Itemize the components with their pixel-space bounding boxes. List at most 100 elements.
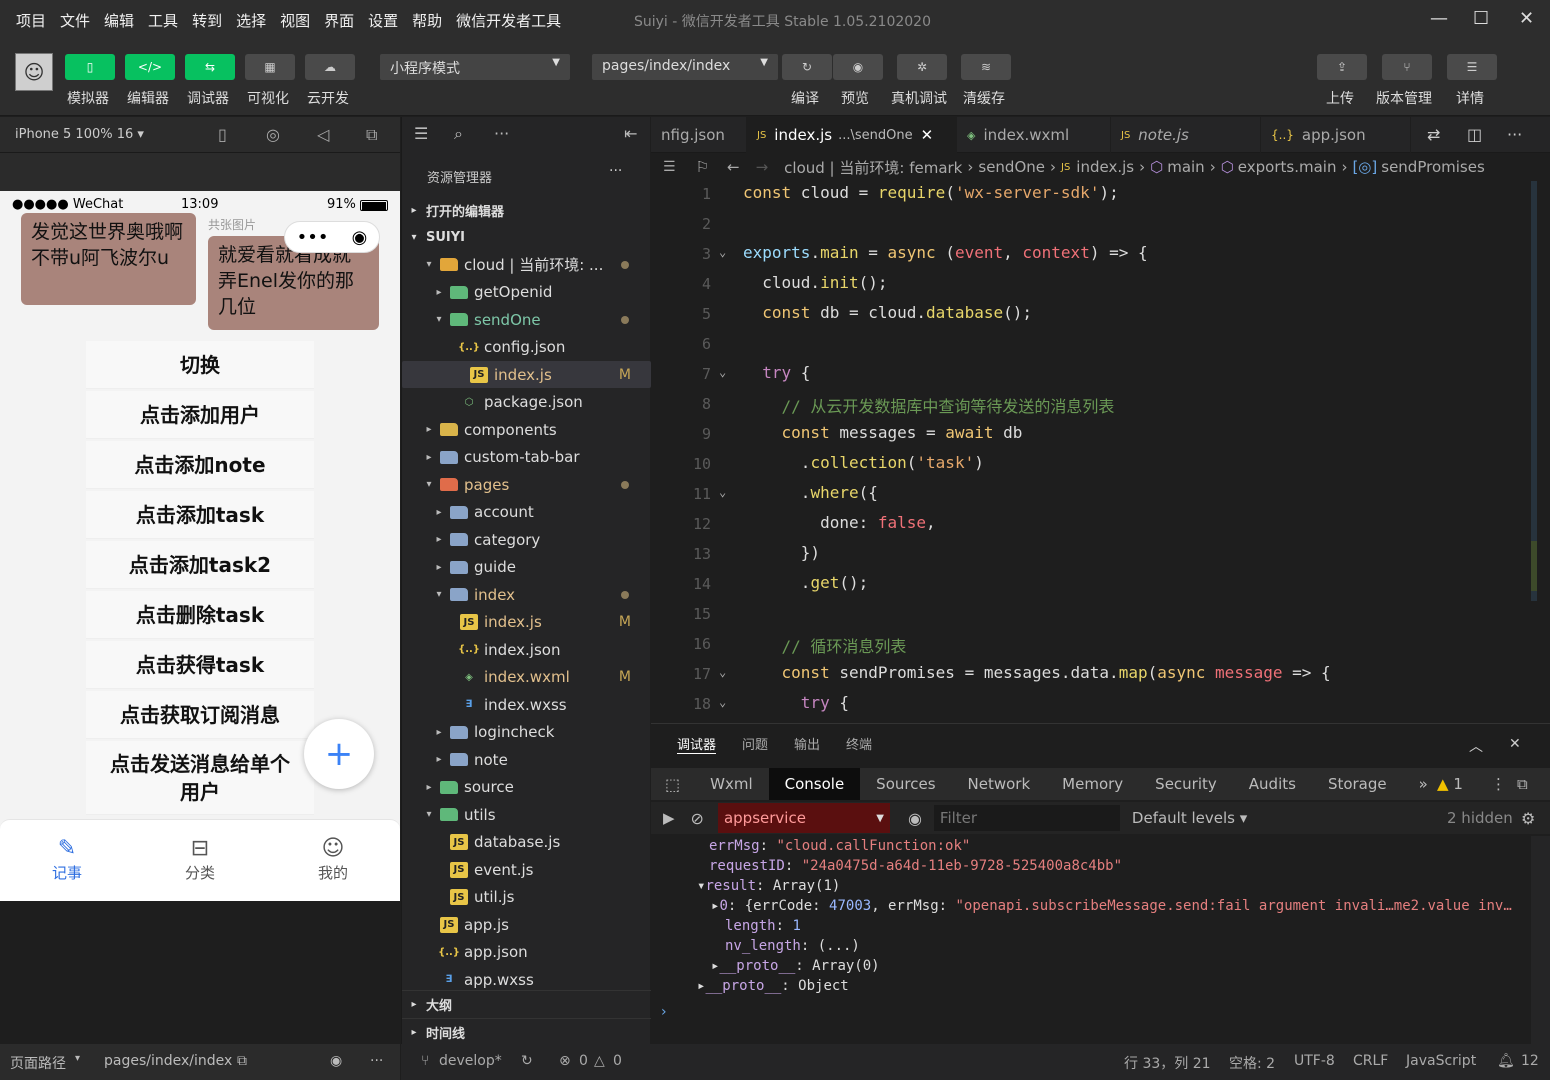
- tree-item[interactable]: ▸ guide: [402, 554, 651, 581]
- back-icon[interactable]: ←: [727, 158, 740, 176]
- mode-select[interactable]: 小程序模式 ▼: [380, 54, 570, 80]
- device-select[interactable]: iPhone 5 100% 16 ▾: [15, 127, 144, 142]
- tab-index-wxml[interactable]: ◈ index.wxml: [957, 117, 1111, 153]
- list-icon[interactable]: ☰: [663, 159, 676, 175]
- fold-icon[interactable]: ⌄: [719, 245, 726, 259]
- console-line[interactable]: errMsg: "cloud.callFunction:ok": [709, 838, 970, 854]
- crumb-item[interactable]: index.js: [1076, 158, 1134, 176]
- action-button[interactable]: 切换: [86, 341, 314, 389]
- tree-item[interactable]: ▸ logincheck: [402, 719, 651, 746]
- split-editor-icon[interactable]: ◫: [1467, 125, 1482, 144]
- panel-tab[interactable]: 输出: [794, 734, 820, 754]
- debugger-icon[interactable]: ⇆: [185, 54, 235, 80]
- cursor-position[interactable]: 行 33，列 21: [1124, 1053, 1211, 1073]
- fold-icon[interactable]: ⌄: [719, 695, 726, 709]
- fold-icon[interactable]: ⌄: [719, 365, 726, 379]
- console-line[interactable]: nv_length: (...): [725, 938, 860, 954]
- more-icon[interactable]: ···: [370, 1053, 383, 1069]
- clear-icon[interactable]: ⊘: [691, 809, 704, 828]
- eye-icon[interactable]: ◉: [330, 1053, 342, 1069]
- more-icon[interactable]: •••: [297, 227, 329, 248]
- console-line[interactable]: ▸__proto__: Array(0): [711, 958, 880, 974]
- exit-icon[interactable]: ◉: [352, 227, 368, 248]
- add-button[interactable]: +: [304, 719, 374, 789]
- devtools-tab[interactable]: Console: [768, 768, 861, 800]
- sync-icon[interactable]: ↻: [521, 1053, 533, 1069]
- tree-item[interactable]: ▸ getOpenid: [402, 279, 651, 306]
- fold-icon[interactable]: ⌄: [719, 665, 726, 679]
- menu-item[interactable]: 项目: [16, 10, 46, 31]
- action-button[interactable]: 点击添加task2: [86, 541, 314, 589]
- copy-icon[interactable]: ⧉: [237, 1053, 247, 1069]
- visual-icon[interactable]: ▦: [245, 54, 295, 80]
- undock-icon[interactable]: ⧉: [1517, 775, 1528, 793]
- encoding[interactable]: UTF-8: [1294, 1053, 1335, 1069]
- project-root-section[interactable]: ▾ SUIYI: [402, 224, 651, 251]
- bell-icon[interactable]: 🔔︎: [1497, 1053, 1515, 1069]
- editor-icon[interactable]: </>: [125, 54, 175, 80]
- warning-badge[interactable]: ▲ 1: [1437, 775, 1463, 793]
- record-icon[interactable]: ◎: [266, 125, 280, 144]
- fold-icon[interactable]: ⌄: [719, 485, 726, 499]
- version-icon[interactable]: ⑂: [1382, 54, 1432, 80]
- search-icon[interactable]: ⌕: [454, 124, 463, 144]
- close-icon[interactable]: ✕: [1519, 8, 1534, 29]
- more-icon[interactable]: ···: [1507, 125, 1522, 144]
- tree-item[interactable]: {..} index.json: [402, 636, 651, 663]
- tab-category[interactable]: ⊟ 分类: [160, 836, 240, 883]
- tree-item[interactable]: JS database.js: [402, 829, 651, 856]
- minimize-icon[interactable]: —: [1430, 8, 1448, 29]
- tree-item[interactable]: ▾ index: [402, 581, 651, 608]
- page-path-label[interactable]: 页面路径: [10, 1053, 66, 1073]
- page-select[interactable]: pages/index/index ▼: [592, 54, 778, 80]
- compare-icon[interactable]: ⇄: [1427, 125, 1440, 144]
- tab-notes[interactable]: ✎ 记事: [27, 836, 107, 883]
- maximize-icon[interactable]: ☐: [1473, 8, 1489, 29]
- tree-item[interactable]: ▸ custom-tab-bar: [402, 444, 651, 471]
- more-icon[interactable]: ···: [494, 124, 509, 143]
- console-line[interactable]: requestID: "24a0475d-a64d-11eb-9728-5254…: [709, 858, 1122, 874]
- minimap-scrollbar[interactable]: [1531, 181, 1537, 601]
- list-icon[interactable]: ☰: [414, 124, 428, 143]
- tree-item[interactable]: ⬡ package.json: [402, 389, 651, 416]
- menu-item[interactable]: 文件: [60, 10, 90, 31]
- timeline-section[interactable]: ▸ 时间线: [402, 1018, 651, 1045]
- menu-item[interactable]: 界面: [324, 10, 354, 31]
- menu-item[interactable]: 设置: [368, 10, 398, 31]
- phone-icon[interactable]: ▯: [218, 125, 227, 144]
- panel-tab[interactable]: 问题: [742, 734, 768, 754]
- code-editor[interactable]: 1 const cloud = require('wx-server-sdk');…: [651, 181, 1550, 723]
- note-bubble[interactable]: 发觉这世界奥哦啊不带u阿飞波尔u: [21, 213, 196, 305]
- forward-icon[interactable]: →: [756, 158, 769, 176]
- tree-item[interactable]: JS event.js: [402, 856, 651, 883]
- inspect-icon[interactable]: ⬚: [651, 775, 694, 794]
- menu-item[interactable]: 工具: [148, 10, 178, 31]
- prompt-icon[interactable]: ›: [661, 1004, 667, 1020]
- more-icon[interactable]: ⋮: [1491, 775, 1506, 793]
- action-button[interactable]: 点击添加note: [86, 441, 314, 489]
- tree-item[interactable]: ▾ utils: [402, 801, 651, 828]
- menu-item[interactable]: 视图: [280, 10, 310, 31]
- action-button[interactable]: 点击添加用户: [86, 391, 314, 439]
- menu-item[interactable]: 编辑: [104, 10, 134, 31]
- devtools-tab[interactable]: Network: [952, 768, 1047, 800]
- outline-section[interactable]: ▸ 大纲: [402, 990, 651, 1017]
- tree-item[interactable]: ▾ pages: [402, 471, 651, 498]
- details-icon[interactable]: ☰: [1447, 54, 1497, 80]
- devtools-tab[interactable]: Wxml: [694, 768, 769, 800]
- crumb-item[interactable]: sendPromises: [1381, 158, 1485, 176]
- volume-icon[interactable]: ◁: [317, 125, 329, 144]
- devtools-tab[interactable]: Memory: [1046, 768, 1139, 800]
- language-mode[interactable]: JavaScript: [1406, 1053, 1476, 1069]
- tree-item[interactable]: JS util.js: [402, 884, 651, 911]
- close-icon[interactable]: ✕: [921, 126, 934, 144]
- crumb-item[interactable]: main: [1167, 158, 1204, 176]
- devtools-tab[interactable]: Security: [1139, 768, 1233, 800]
- close-icon[interactable]: ✕: [1509, 736, 1521, 752]
- console-line[interactable]: ▸__proto__: Object: [697, 978, 849, 994]
- action-button[interactable]: 点击删除task: [86, 591, 314, 639]
- tree-item[interactable]: ∃ app.wxss: [402, 966, 651, 993]
- menu-item[interactable]: 微信开发者工具: [456, 10, 561, 31]
- tree-item[interactable]: {..} config.json: [402, 334, 651, 361]
- preview-icon[interactable]: ◉: [833, 54, 883, 80]
